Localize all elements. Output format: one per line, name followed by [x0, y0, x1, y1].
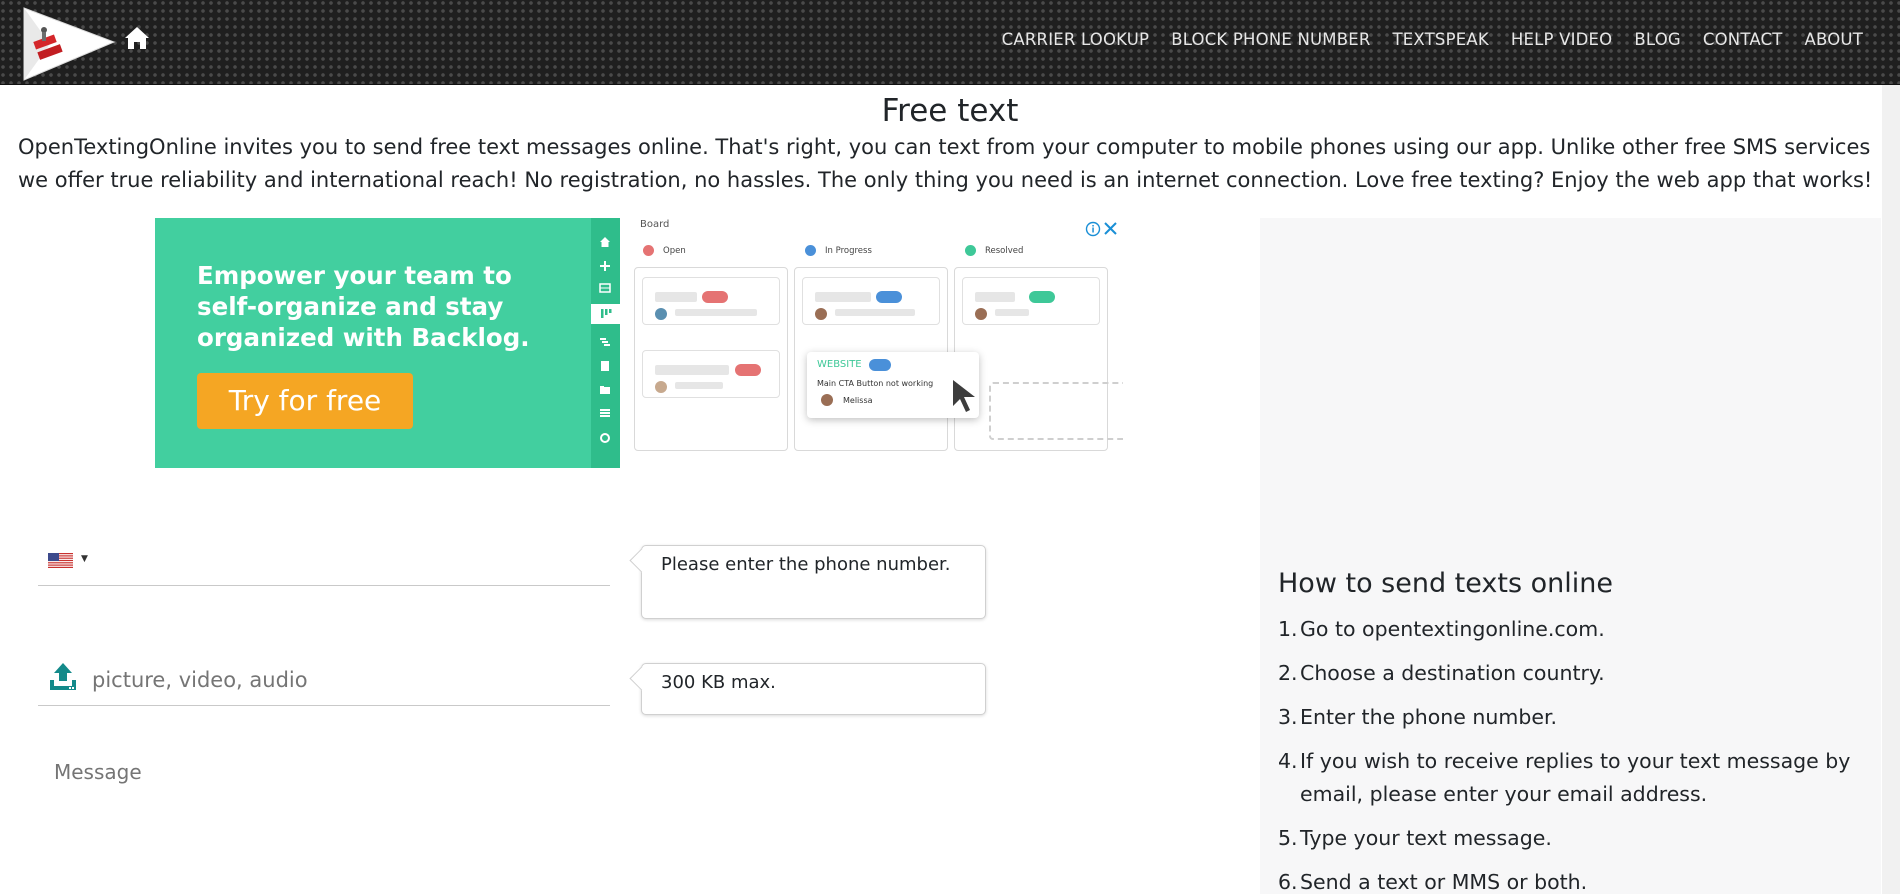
intro-paragraph: OpenTextingOnline invites you to send fr… [18, 135, 1873, 192]
file-attach-row[interactable]: picture, video, audio [38, 661, 610, 706]
folder-icon [600, 386, 610, 394]
ad-choices-icon[interactable] [1085, 220, 1119, 238]
board-icon [591, 304, 620, 324]
plus-icon [600, 261, 610, 271]
nav-textspeak[interactable]: TEXTSPEAK [1393, 30, 1489, 49]
board-card [802, 277, 940, 325]
how-to-step: 4. If you wish to receive replies to your… [1278, 749, 1851, 806]
list-icon [599, 283, 611, 293]
main-nav: CARRIER LOOKUP BLOCK PHONE NUMBER TEXTSP… [980, 30, 1863, 49]
nav-blog[interactable]: BLOG [1634, 30, 1681, 49]
nav-carrier-lookup[interactable]: CARRIER LOOKUP [1002, 30, 1150, 49]
upload-icon[interactable] [48, 662, 78, 692]
file-input-placeholder[interactable]: picture, video, audio [92, 668, 308, 692]
ad-board-preview: Board Open In Progress Resolved WEBSITE … [631, 218, 1123, 468]
nav-help-video[interactable]: HELP VIDEO [1511, 30, 1613, 49]
page-title: Free text [881, 93, 1019, 129]
column-header-open: Open [643, 245, 686, 256]
phone-tooltip: Please enter the phone number. [641, 545, 986, 619]
board-column-open [634, 267, 788, 451]
column-header-in-progress: In Progress [805, 245, 872, 256]
settings-icon [600, 433, 610, 443]
gantt-icon [600, 338, 610, 346]
nav-block-phone-number[interactable]: BLOCK PHONE NUMBER [1171, 30, 1370, 49]
message-textarea[interactable] [38, 754, 610, 894]
board-card [642, 350, 780, 398]
column-header-resolved: Resolved [965, 245, 1023, 256]
popup-description: Main CTA Button not working [817, 379, 934, 388]
nav-contact[interactable]: CONTACT [1703, 30, 1783, 49]
how-to-title: How to send texts online [1278, 568, 1613, 599]
how-to-step: 5. Type your text message. [1278, 826, 1552, 850]
git-icon [600, 409, 610, 417]
country-dropdown-caret-icon[interactable]: ▼ [81, 554, 88, 564]
top-navbar: CARRIER LOOKUP BLOCK PHONE NUMBER TEXTSP… [0, 0, 1900, 85]
how-to-step: 6. Send a text or MMS or both. [1278, 870, 1588, 894]
cursor-icon [953, 380, 975, 412]
board-label: Board [640, 219, 670, 230]
home-icon[interactable] [124, 26, 150, 50]
file-size-tooltip: 300 KB max. [641, 663, 986, 715]
popup-tag: WEBSITE [817, 359, 862, 370]
ad-banner[interactable]: Empower your team to self-organize and s… [155, 218, 1123, 468]
ad-cta-button[interactable]: Try for free [197, 373, 413, 429]
how-to-steps: 1. Go to opentextingonline.com. 2. Choose … [1278, 613, 1858, 894]
how-to-step: 1. Go to opentextingonline.com. [1278, 617, 1605, 641]
board-card [962, 277, 1100, 325]
how-to-panel: How to send texts online 1. Go to opentex… [1260, 218, 1881, 894]
ad-left-panel: Empower your team to self-organize and s… [155, 218, 620, 468]
phone-number-input[interactable] [98, 548, 598, 582]
popup-user: Melissa [843, 396, 873, 405]
us-flag-icon[interactable] [48, 553, 73, 568]
site-logo[interactable] [22, 4, 117, 82]
home-icon [600, 237, 610, 247]
ad-headline: Empower your team to self-organize and s… [197, 261, 530, 352]
how-to-step: 2. Choose a destination country. [1278, 661, 1605, 685]
board-card [642, 277, 780, 325]
page-scrollbar[interactable] [1882, 85, 1900, 894]
phone-number-row: ▼ [38, 545, 610, 586]
drop-zone [989, 382, 1123, 440]
ad-app-sidebar [591, 218, 620, 468]
how-to-step: 3. Enter the phone number. [1278, 705, 1558, 729]
nav-about[interactable]: ABOUT [1805, 30, 1863, 49]
document-icon [601, 361, 609, 371]
